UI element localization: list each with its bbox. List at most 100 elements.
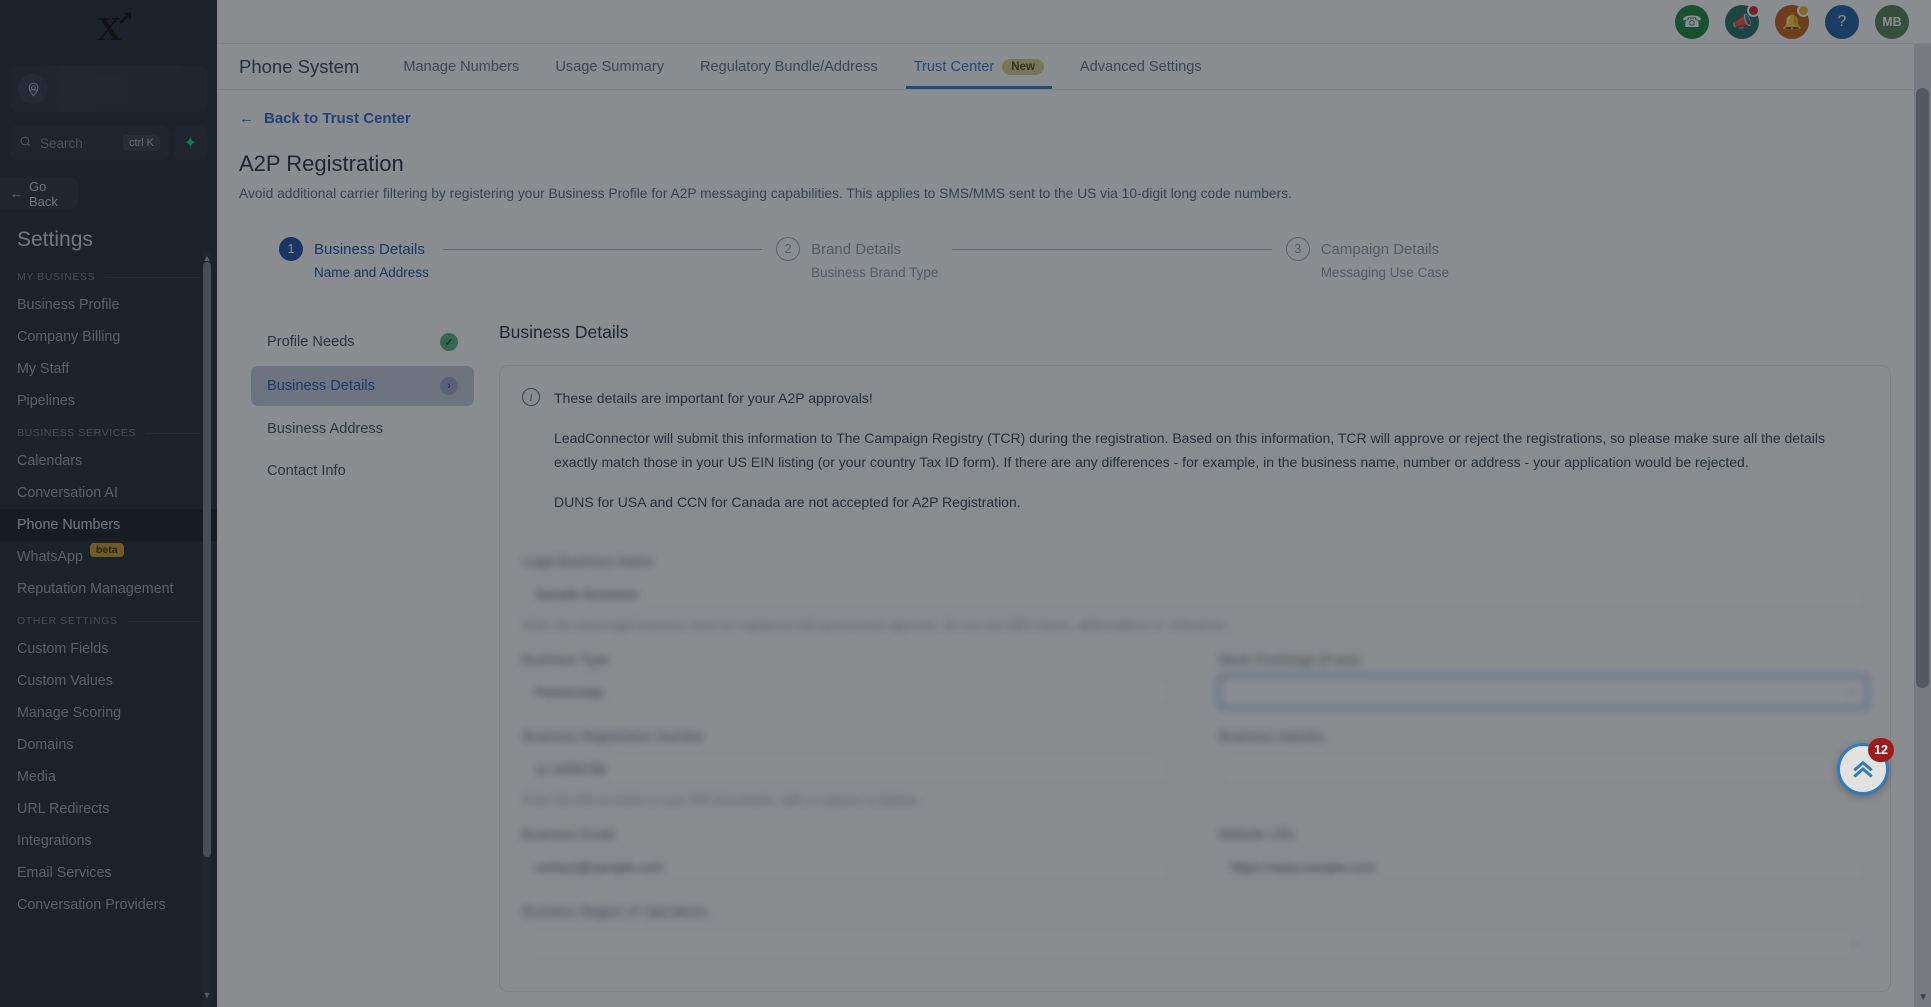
page-title: A2P Registration — [239, 151, 404, 176]
field-hint: Enter the EIN as listed on your IRS docu… — [522, 793, 922, 808]
back-to-trust-center-link[interactable]: ← Back to Trust Center — [239, 110, 1931, 127]
sidebar-group-label: MY BUSINESS — [17, 271, 96, 283]
sidebar-item-custom-fields[interactable]: Custom Fields — [0, 633, 217, 665]
search-input[interactable]: Search ctrl K — [10, 126, 169, 160]
subnav-item-profile-needs[interactable]: Profile Needs ✓ — [251, 322, 474, 362]
step-label: Brand Details — [811, 240, 902, 258]
avatar[interactable]: MB — [1875, 4, 1909, 39]
field-input[interactable]: 12-3456789 — [522, 752, 1172, 787]
sidebar-item-label: Pipelines — [17, 393, 76, 409]
tab-usage-summary[interactable]: Usage Summary — [537, 44, 682, 89]
form-row: Business Region of Operations ▾ — [522, 904, 1868, 962]
divider — [127, 620, 200, 622]
sidebar-item-calendars[interactable]: Calendars — [0, 445, 217, 477]
sidebar-item-label: Integrations — [17, 833, 92, 849]
subnav-item-business-details[interactable]: Business Details › — [251, 366, 474, 406]
sidebar-scrollbar-thumb[interactable] — [203, 262, 211, 857]
field-input[interactable]: ▾ — [522, 927, 1868, 962]
sidebar-item-business-profile[interactable]: Business Profile — [0, 289, 217, 321]
scroll-to-top-fab[interactable]: 12 — [1837, 738, 1894, 795]
field-input[interactable]: contact@sample.com — [522, 850, 1172, 885]
sidebar-item-email-services[interactable]: Email Services — [0, 857, 217, 889]
tab-regulatory-bundle-address[interactable]: Regulatory Bundle/Address — [682, 44, 896, 89]
arrow-left-icon: ← — [239, 110, 254, 127]
form-row: Business Type Partnership Stock Exchange (… — [522, 652, 1868, 710]
business-details-form[interactable]: Legal Business Name Sample Business Enter … — [522, 554, 1868, 962]
tab-label: Manage Numbers — [403, 58, 520, 75]
go-back-button[interactable]: ← Go Back — [0, 178, 78, 209]
field-value: https://www.sample.com — [1230, 859, 1376, 875]
step-3[interactable]: 3 Campaign Details Messaging Use Case — [1285, 237, 1449, 280]
sidebar-item-whatsapp[interactable]: WhatsApp beta — [0, 541, 217, 573]
body-columns: Profile Needs ✓ Business Details › Business … — [239, 322, 1931, 993]
help-icon[interactable]: ? — [1825, 4, 1859, 39]
form-field-business-email: Business Email contact@sample.com — [522, 827, 1172, 885]
field-value: contact@sample.com — [534, 859, 665, 875]
search-icon — [19, 135, 32, 151]
form-field-legal-business-name: Legal Business Name Sample Business Enter … — [522, 554, 1868, 632]
sidebar-item-badge: beta — [89, 543, 124, 557]
phone-icon[interactable]: ☎ — [1675, 4, 1709, 39]
field-hint: Enter the exact legal business name as r… — [522, 618, 1230, 633]
tab-badge: New — [1002, 58, 1044, 75]
sidebar-item-manage-scoring[interactable]: Manage Scoring — [0, 697, 217, 729]
sidebar-item-conversation-ai[interactable]: Conversation AI — [0, 477, 217, 509]
sidebar-item-reputation-management[interactable]: Reputation Management — [0, 573, 217, 605]
field-input[interactable]: Sample Business — [522, 577, 1868, 612]
sidebar-item-conversation-providers[interactable]: Conversation Providers — [0, 889, 217, 921]
field-label: Business Industry — [1218, 729, 1325, 745]
field-input[interactable]: ▾ — [1218, 675, 1868, 710]
sidebar-item-label: Custom Values — [17, 673, 113, 689]
logo-arrow-icon: ↗ — [117, 8, 133, 29]
page-content: ← Back to Trust Center A2P Registration … — [217, 90, 1931, 993]
step-2[interactable]: 2 Brand Details Business Brand Type — [776, 237, 938, 280]
sidebar-item-company-billing[interactable]: Company Billing — [0, 321, 217, 353]
sidebar-item-label: URL Redirects — [17, 801, 110, 817]
subnav-item-label: Business Address — [267, 421, 384, 437]
form-field-business-industry: Business Industry ▾ — [1218, 729, 1868, 807]
sidebar-item-pipelines[interactable]: Pipelines — [0, 385, 217, 417]
tab-manage-numbers[interactable]: Manage Numbers — [385, 44, 537, 89]
page-scrollbar-thumb[interactable] — [1916, 88, 1929, 688]
sidebar-item-domains[interactable]: Domains — [0, 729, 217, 761]
sidebar-item-label: Business Profile — [17, 297, 120, 313]
tab-advanced-settings[interactable]: Advanced Settings — [1062, 44, 1220, 89]
alert-paragraph-2: DUNS for USA and CCN for Canada are not … — [554, 494, 1021, 511]
sidebar-scroll-down-icon[interactable]: ▼ — [202, 990, 212, 1000]
announcement-icon[interactable]: 📣 — [1725, 3, 1760, 39]
tab-label: Regulatory Bundle/Address — [700, 58, 878, 75]
step-1[interactable]: 1 Business Details Name and Address — [279, 237, 429, 280]
subnav-item-business-address[interactable]: Business Address — [251, 410, 474, 448]
field-label: Business Registration Number — [522, 729, 705, 745]
search-placeholder: Search — [40, 135, 83, 151]
app-logo[interactable]: X ↗ — [0, 0, 217, 60]
account-switcher[interactable] — [10, 66, 207, 112]
step-number: 1 — [279, 237, 303, 261]
field-input[interactable]: https://www.sample.com — [1218, 850, 1868, 885]
sidebar-item-label: Conversation AI — [17, 485, 118, 501]
step-label: Business Details — [314, 240, 425, 258]
field-input[interactable]: ▾ — [1218, 752, 1868, 787]
sidebar-item-my-staff[interactable]: My Staff — [0, 353, 217, 385]
sparkle-icon[interactable]: ✦ — [174, 126, 207, 160]
sidebar-item-url-redirects[interactable]: URL Redirects — [0, 793, 217, 825]
page-scroll-down-icon[interactable]: ▼ — [1918, 992, 1928, 1003]
sidebar-scroll-up-icon[interactable]: ▲ — [202, 253, 212, 263]
chevron-right-icon: › — [440, 377, 458, 395]
form-row: Legal Business Name Sample Business Enter … — [522, 554, 1868, 632]
notifications-bell-icon[interactable]: 🔔 — [1775, 3, 1810, 39]
subnav-item-contact-info[interactable]: Contact Info — [251, 452, 474, 490]
alert-paragraph-1: LeadConnector will submit this informati… — [554, 430, 1825, 471]
check-icon: ✓ — [440, 333, 458, 351]
form-field-business-registration-number: Business Registration Number 12-3456789 En… — [522, 729, 1172, 807]
field-label: Business Region of Operations — [522, 904, 709, 920]
tab-trust-center[interactable]: Trust Center New — [896, 44, 1062, 89]
field-input[interactable]: Partnership — [522, 675, 1172, 710]
sidebar-item-label: Calendars — [17, 453, 83, 469]
form-row: Business Email contact@sample.com Website … — [522, 827, 1868, 885]
sidebar-item-media[interactable]: Media — [0, 761, 217, 793]
sidebar-item-phone-numbers[interactable]: Phone Numbers — [0, 509, 217, 541]
sidebar-item-custom-values[interactable]: Custom Values — [0, 665, 217, 697]
sidebar-item-integrations[interactable]: Integrations — [0, 825, 217, 857]
subnav-item-label: Profile Needs — [267, 334, 355, 350]
